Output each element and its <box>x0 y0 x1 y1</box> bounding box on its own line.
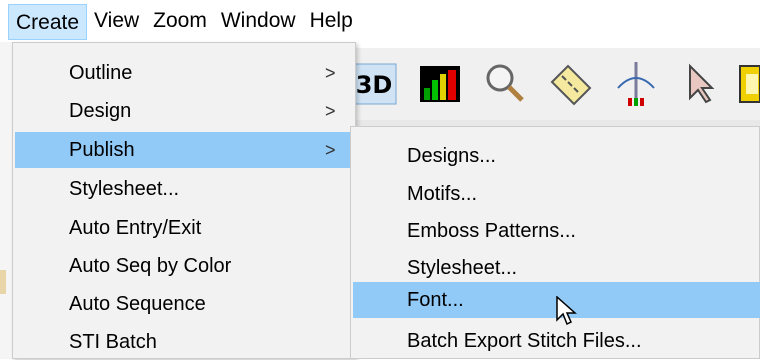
menu-view[interactable]: View <box>87 0 146 42</box>
chevron-right-icon: > <box>325 101 336 121</box>
submenu-item-stylesheet[interactable]: Stylesheet... <box>353 250 760 286</box>
menu-item-auto-sequence[interactable]: Auto Sequence <box>15 286 351 322</box>
window-edge <box>0 42 12 359</box>
mouse-pointer-icon <box>556 295 578 328</box>
menu-zoom[interactable]: Zoom <box>146 0 214 42</box>
menu-item-auto-entry-exit[interactable]: Auto Entry/Exit <box>15 210 351 246</box>
submenu-item-label: Font... <box>407 289 464 311</box>
publish-submenu: Designs... Motifs... Emboss Patterns... … <box>350 126 760 359</box>
submenu-item-label: Stylesheet... <box>407 257 518 279</box>
menu-item-auto-seq-by-color[interactable]: Auto Seq by Color <box>15 248 351 284</box>
submenu-item-label: Batch Export Stitch Files... <box>407 330 642 352</box>
submenu-item-label: Emboss Patterns... <box>407 220 576 242</box>
submenu-item-designs[interactable]: Designs... <box>353 138 760 174</box>
3d-view-icon[interactable]: 3D <box>350 60 398 108</box>
chevron-right-icon: > <box>325 63 336 83</box>
create-menu: Outline > Design > Publish > Stylesheet.… <box>12 42 356 359</box>
menu-item-label: Outline <box>69 62 133 84</box>
menu-item-stylesheet[interactable]: Stylesheet... <box>15 171 351 207</box>
menu-item-label: Auto Entry/Exit <box>69 217 202 239</box>
pointer-icon[interactable] <box>676 60 724 108</box>
bar-chart-icon[interactable] <box>416 60 464 108</box>
menu-create[interactable]: Create <box>8 4 88 40</box>
submenu-item-label: Designs... <box>407 145 496 167</box>
menu-item-label: Auto Seq by Color <box>69 255 232 277</box>
toolbar: 3D <box>350 48 760 121</box>
menu-item-design[interactable]: Design > <box>15 93 351 129</box>
menu-window[interactable]: Window <box>214 0 303 42</box>
menu-item-label: STI Batch <box>69 331 157 353</box>
submenu-item-label: Motifs... <box>407 183 478 205</box>
submenu-item-batch-export[interactable]: Batch Export Stitch Files... <box>353 323 760 359</box>
spool-icon[interactable] <box>738 60 760 108</box>
menu-help[interactable]: Help <box>303 0 360 42</box>
menu-item-outline[interactable]: Outline > <box>15 55 351 91</box>
menu-bar: Create View Zoom Window Help <box>0 0 760 42</box>
ruler-icon[interactable] <box>546 60 594 108</box>
menu-item-label: Auto Sequence <box>69 293 206 315</box>
menu-item-sti-batch[interactable]: STI Batch <box>15 324 351 360</box>
chevron-right-icon: > <box>325 140 336 160</box>
needle-icon[interactable] <box>612 60 660 108</box>
submenu-item-motifs[interactable]: Motifs... <box>353 176 760 212</box>
submenu-item-emboss-patterns[interactable]: Emboss Patterns... <box>353 213 760 249</box>
svg-text:3D: 3D <box>356 71 393 99</box>
menu-item-label: Stylesheet... <box>69 178 180 200</box>
menu-item-publish[interactable]: Publish > <box>15 132 351 168</box>
menu-item-label: Publish <box>69 139 135 161</box>
edge-marker <box>0 270 6 294</box>
menu-item-label: Design <box>69 100 132 122</box>
magnifier-icon[interactable] <box>480 60 528 108</box>
